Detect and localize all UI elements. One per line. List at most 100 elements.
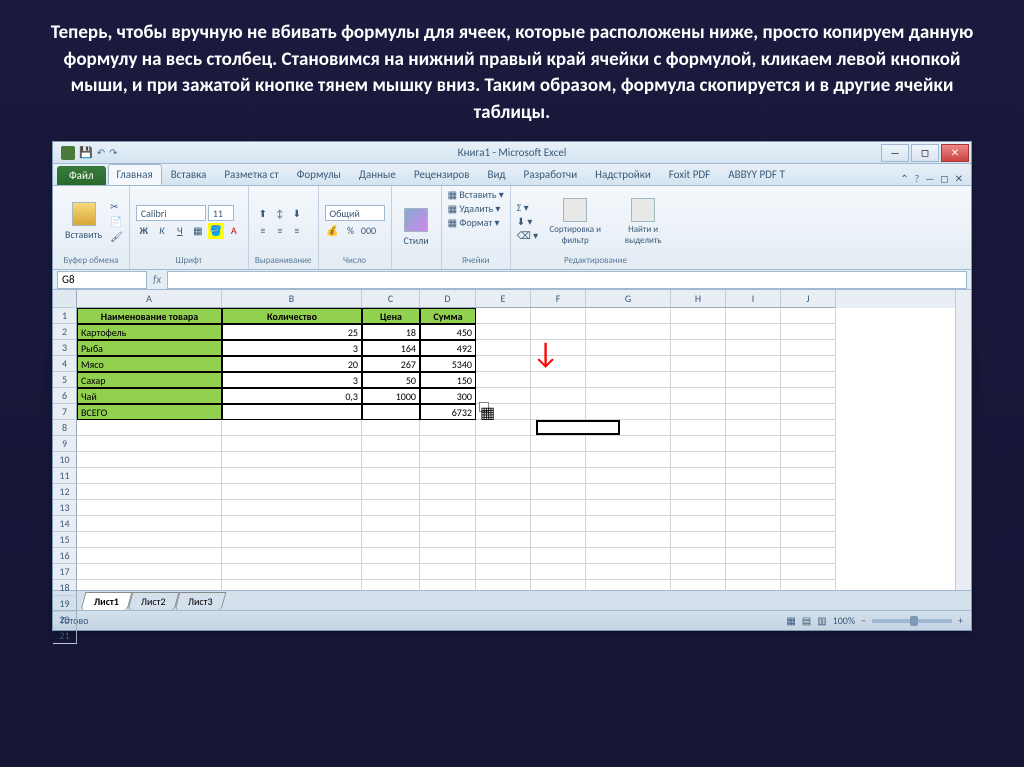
cell[interactable]: 25 <box>222 324 362 340</box>
cell[interactable] <box>531 404 586 420</box>
cell[interactable] <box>586 404 671 420</box>
row-header[interactable]: 1 <box>53 308 77 324</box>
cell[interactable]: Цена <box>362 308 420 324</box>
view-layout-icon[interactable]: ▤ <box>802 614 811 627</box>
cell[interactable] <box>420 516 476 532</box>
cell[interactable] <box>726 452 781 468</box>
cell[interactable] <box>476 436 531 452</box>
cell[interactable] <box>781 484 836 500</box>
cell[interactable] <box>420 436 476 452</box>
cell[interactable] <box>781 324 836 340</box>
row-header[interactable]: 3 <box>53 340 77 356</box>
select-all-corner[interactable] <box>53 290 77 308</box>
cell[interactable] <box>531 420 586 436</box>
row-header[interactable]: 5 <box>53 372 77 388</box>
cell[interactable] <box>726 308 781 324</box>
cells-insert-button[interactable]: ▦ Вставить ▾ <box>448 188 504 201</box>
cells-format-button[interactable]: ▦ Формат ▾ <box>448 216 500 229</box>
cell[interactable] <box>476 580 531 590</box>
cell[interactable] <box>222 404 362 420</box>
cell[interactable] <box>671 324 726 340</box>
cell[interactable] <box>222 500 362 516</box>
cell[interactable]: 300 <box>420 388 476 404</box>
row-header[interactable]: 2 <box>53 324 77 340</box>
cell[interactable] <box>586 468 671 484</box>
col-header-G[interactable]: G <box>586 290 671 308</box>
vertical-scrollbar[interactable] <box>955 290 971 590</box>
tab-abbyy[interactable]: ABBYY PDF T <box>719 164 794 185</box>
zoom-out-button[interactable]: − <box>861 614 866 627</box>
cell[interactable]: Мясо <box>77 356 222 372</box>
cell[interactable] <box>362 532 420 548</box>
row-header[interactable]: 6 <box>53 388 77 404</box>
tab-foxit[interactable]: Foxit PDF <box>660 164 719 185</box>
cell[interactable] <box>586 484 671 500</box>
cell[interactable] <box>671 452 726 468</box>
row-header[interactable]: 16 <box>53 548 77 564</box>
tab-formulas[interactable]: Формулы <box>288 164 350 185</box>
cell[interactable] <box>222 436 362 452</box>
spreadsheet-grid[interactable]: 123456789101112131415161718192021 ABCDEF… <box>53 290 971 590</box>
cell[interactable] <box>726 580 781 590</box>
cell[interactable] <box>222 580 362 590</box>
font-color-button[interactable]: A <box>226 223 242 239</box>
cell[interactable] <box>420 452 476 468</box>
row-header[interactable]: 9 <box>53 436 77 452</box>
cell[interactable] <box>531 452 586 468</box>
cell[interactable] <box>671 564 726 580</box>
cell[interactable]: 0,3 <box>222 388 362 404</box>
cell[interactable] <box>362 548 420 564</box>
cell[interactable] <box>476 452 531 468</box>
cell[interactable]: Наименование товара <box>77 308 222 324</box>
cell[interactable] <box>420 484 476 500</box>
cell[interactable] <box>531 532 586 548</box>
col-header-F[interactable]: F <box>531 290 586 308</box>
cell[interactable] <box>476 324 531 340</box>
column-headers[interactable]: ABCDEFGHIJ <box>77 290 955 308</box>
cell[interactable] <box>222 532 362 548</box>
cell[interactable] <box>476 484 531 500</box>
border-button[interactable]: ▦ <box>190 223 206 239</box>
cell[interactable] <box>362 468 420 484</box>
styles-button[interactable]: Стили <box>398 204 435 251</box>
align-right[interactable]: ≡ <box>289 222 305 238</box>
cell[interactable] <box>586 356 671 372</box>
cell[interactable] <box>531 516 586 532</box>
cell[interactable] <box>781 308 836 324</box>
cell[interactable]: 20 <box>222 356 362 372</box>
cell[interactable] <box>476 564 531 580</box>
align-bot[interactable]: ⬇ <box>289 205 305 221</box>
cell[interactable] <box>77 548 222 564</box>
cell[interactable]: Сахар <box>77 372 222 388</box>
fill-button[interactable]: ⬇ ▾ <box>517 215 538 228</box>
formula-bar[interactable] <box>167 271 967 289</box>
cell[interactable] <box>531 468 586 484</box>
cell[interactable]: 18 <box>362 324 420 340</box>
cell[interactable] <box>476 468 531 484</box>
cell[interactable]: 450 <box>420 324 476 340</box>
tab-dev[interactable]: Разработчи <box>515 164 587 185</box>
cell[interactable] <box>671 468 726 484</box>
row-header[interactable]: 12 <box>53 484 77 500</box>
tab-addins[interactable]: Надстройки <box>586 164 660 185</box>
cell[interactable] <box>531 484 586 500</box>
cell[interactable] <box>586 564 671 580</box>
cell[interactable]: Картофель <box>77 324 222 340</box>
cell[interactable] <box>362 436 420 452</box>
cell[interactable]: 150 <box>420 372 476 388</box>
qat-redo-icon[interactable]: ↷ <box>109 146 117 159</box>
cell[interactable] <box>586 452 671 468</box>
cell[interactable] <box>77 580 222 590</box>
cell[interactable] <box>781 532 836 548</box>
cell[interactable] <box>671 516 726 532</box>
tab-layout[interactable]: Разметка ст <box>215 164 287 185</box>
cell[interactable]: Сумма <box>420 308 476 324</box>
col-header-B[interactable]: B <box>222 290 362 308</box>
cell[interactable] <box>726 420 781 436</box>
cell[interactable]: 1000 <box>362 388 420 404</box>
cell[interactable]: 492 <box>420 340 476 356</box>
cell[interactable] <box>726 468 781 484</box>
fill-color-button[interactable]: 🪣 <box>208 223 224 239</box>
cell[interactable] <box>476 340 531 356</box>
cell[interactable] <box>726 388 781 404</box>
